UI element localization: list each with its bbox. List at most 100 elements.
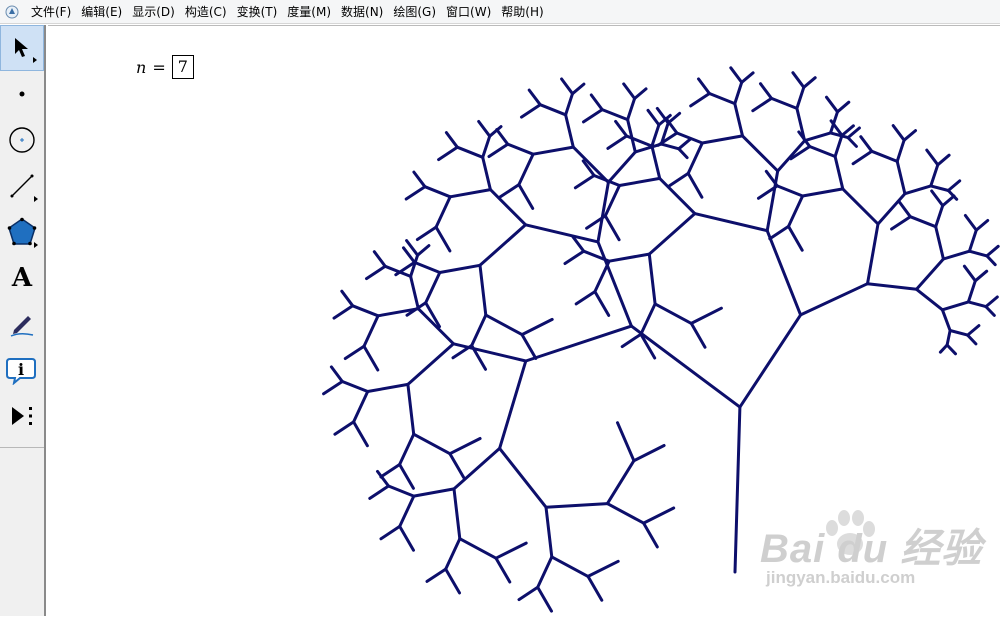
tree-branch [668, 171, 690, 188]
tree-branch [458, 537, 498, 560]
tree-branches [322, 66, 1000, 613]
tree-branch [775, 184, 805, 198]
tree-branch [404, 185, 427, 201]
tree-branch [606, 150, 637, 184]
tree-branch [434, 225, 452, 253]
tree-branch [686, 171, 704, 199]
tree-branch [444, 537, 462, 571]
tree-branch [550, 555, 590, 578]
tree-branch [941, 249, 971, 261]
tree-branch [544, 505, 554, 559]
parameter-n[interactable]: n = 7 [136, 55, 194, 79]
tree-branch [332, 304, 355, 320]
tree-branch [574, 290, 597, 306]
tree-branch [438, 263, 482, 274]
tree-branch [600, 108, 630, 122]
tree-branch [398, 463, 415, 490]
tree-branch [697, 77, 711, 95]
tree-branch [538, 103, 568, 117]
tree-branch [686, 141, 704, 175]
tree-branch [409, 274, 420, 311]
tree-branch [424, 271, 442, 305]
tree-branch [963, 214, 978, 232]
tree-branch [351, 304, 380, 318]
tree-branch [614, 119, 629, 138]
tree-branch [498, 183, 521, 199]
tree-branch [985, 254, 997, 267]
tree-branch [733, 405, 742, 574]
tree-branch [973, 269, 989, 283]
tree-branch [620, 332, 643, 349]
tree-branch [333, 420, 356, 436]
tree-branch [329, 365, 344, 383]
tree-branch [495, 128, 510, 146]
tree-branch [387, 484, 416, 498]
tree-branch [340, 380, 370, 393]
tree-branch [897, 200, 912, 219]
tree-branch [658, 176, 697, 216]
tree-branch [368, 484, 390, 500]
tree-branch [938, 343, 949, 354]
tree-branch [632, 444, 666, 463]
tree-branch [573, 174, 596, 190]
tree-branch [506, 142, 535, 156]
tree-branch [362, 314, 380, 348]
tree-branch [984, 305, 996, 317]
tree-branch [659, 142, 681, 151]
tree-branch [741, 134, 780, 173]
tree-branch [930, 189, 945, 208]
tree-branch [416, 244, 431, 257]
tree-branch [677, 147, 689, 160]
tree-branch [940, 308, 952, 332]
tree-branch [808, 145, 837, 158]
tree-branch [494, 556, 512, 584]
tree-branch [689, 306, 723, 325]
parameter-label: n [136, 57, 147, 77]
tree-branch [423, 185, 452, 199]
tree-branch [876, 192, 907, 226]
tree-branch [646, 108, 661, 127]
tree-branch [936, 153, 951, 167]
tree-branch [985, 244, 1000, 258]
tree-branch [787, 194, 805, 228]
tree-branch [413, 260, 442, 274]
tree-branch [406, 342, 455, 386]
tree-branch [787, 224, 804, 252]
tree-branch [825, 95, 839, 114]
tree-branch [488, 188, 528, 227]
tree-branch [560, 77, 574, 96]
tree-branch [966, 279, 977, 304]
tree-branch [915, 287, 944, 312]
tree-branch [520, 333, 538, 360]
tree-branch [448, 452, 466, 479]
tree-branch [398, 494, 416, 528]
tree-branch [536, 585, 553, 613]
tree-branch [799, 282, 869, 317]
tree-branch [801, 187, 845, 198]
tree-branch [484, 313, 524, 337]
tree-branch [890, 215, 912, 231]
tree-branch [967, 228, 978, 253]
tree-branch [770, 96, 799, 110]
tree-branch [941, 194, 956, 208]
tree-branch [437, 145, 459, 162]
tree-branch [700, 134, 744, 145]
tree-branch [593, 259, 611, 294]
tree-branch [452, 446, 502, 491]
tree-branch [455, 145, 485, 159]
tree-branch [729, 66, 744, 84]
tree-branch [647, 212, 697, 256]
tree-branch [412, 432, 452, 456]
tree-branch [962, 264, 977, 283]
tree-branch [605, 502, 646, 525]
tree-branch [908, 215, 938, 229]
tree-branch [365, 264, 387, 281]
tree-branch [398, 432, 416, 466]
tree-branch [412, 487, 456, 498]
tree-branch [866, 282, 918, 291]
tree-branch [707, 92, 737, 106]
tree-branch [379, 463, 402, 479]
tree-branch [639, 302, 657, 336]
parameter-value[interactable]: 7 [171, 55, 194, 79]
tree-branch [520, 317, 554, 337]
